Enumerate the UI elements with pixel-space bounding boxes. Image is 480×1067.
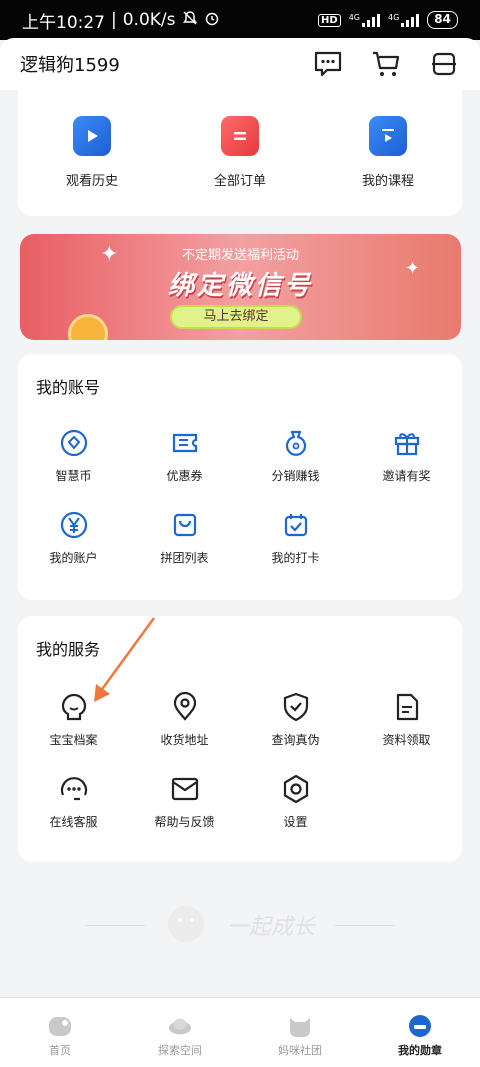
- my-services-card: 我的服务 宝宝档案 收货地址 查询真伪 资料领取 在线客服 帮助与反馈 设置: [18, 616, 462, 862]
- service-item-address[interactable]: 收货地址: [129, 690, 240, 748]
- service-item-materials[interactable]: 资料领取: [351, 690, 462, 748]
- section-title-account: 我的账号: [36, 378, 101, 397]
- coin-icon: [57, 426, 91, 460]
- signal-icon-2: 4G: [388, 13, 420, 27]
- mascot-icon: [165, 900, 207, 950]
- nav-tab-explore[interactable]: 探索空间: [120, 998, 240, 1067]
- signal-icon: 4G: [349, 13, 380, 27]
- explore-icon: [167, 1014, 193, 1038]
- medal-icon: [407, 1014, 433, 1038]
- shortcut-my-courses[interactable]: 我的课程: [314, 88, 462, 216]
- status-bar: 上午10:27 | 0.0K/s HD 4G 4G 84: [0, 0, 480, 40]
- account-item-group-list[interactable]: 拼团列表: [129, 508, 240, 566]
- account-item-my-account[interactable]: 我的账户: [18, 508, 129, 566]
- yuan-icon: [57, 508, 91, 542]
- banner-subtitle: 不定期发送福利活动: [181, 248, 299, 263]
- message-icon[interactable]: [312, 48, 344, 80]
- status-speed: 0.0K/s: [122, 10, 176, 30]
- settings-icon: [279, 772, 313, 806]
- service-item-settings[interactable]: 设置: [240, 772, 351, 830]
- mail-icon: [168, 772, 202, 806]
- mute-icon: [182, 10, 198, 31]
- cart-icon[interactable]: [370, 48, 402, 80]
- baby-icon: [57, 690, 91, 724]
- bind-now-button[interactable]: 马上去绑定: [170, 305, 302, 329]
- shopping-bag-icon: [168, 508, 202, 542]
- service-item-verify[interactable]: 查询真伪: [240, 690, 351, 748]
- coupon-icon: [168, 426, 202, 460]
- account-item-check-in[interactable]: 我的打卡: [240, 508, 351, 566]
- status-time: 上午10:27: [22, 12, 105, 33]
- bottom-nav: 首页 探索空间 妈咪社团 我的勋章: [0, 997, 480, 1067]
- section-title-services: 我的服务: [36, 640, 101, 659]
- shortcut-card: 观看历史 全部订单 我的课程: [18, 88, 462, 216]
- coin-decoration: [68, 314, 108, 340]
- service-item-help-feedback[interactable]: 帮助与反馈: [129, 772, 240, 830]
- battery-icon: 84: [427, 11, 458, 29]
- account-item-invite[interactable]: 邀请有奖: [351, 426, 462, 484]
- alarm-icon: [204, 10, 220, 31]
- home-icon: [47, 1014, 73, 1038]
- profile-header: 逻辑狗1599: [0, 38, 480, 90]
- shortcut-all-orders[interactable]: 全部订单: [166, 88, 314, 216]
- location-icon: [168, 690, 202, 724]
- play-history-icon: [73, 116, 111, 156]
- shield-check-icon: [279, 690, 313, 724]
- account-item-distribution[interactable]: 分销赚钱: [240, 426, 351, 484]
- nav-tab-community[interactable]: 妈咪社团: [240, 998, 360, 1067]
- slogan-text: 一起成长: [226, 915, 315, 940]
- shortcut-watch-history[interactable]: 观看历史: [18, 88, 166, 216]
- gift-icon: [390, 426, 424, 460]
- service-item-customer-service[interactable]: 在线客服: [18, 772, 129, 830]
- money-bag-icon: [279, 426, 313, 460]
- slogan-footer: 一起成长: [0, 900, 480, 950]
- banner-title: 绑定微信号: [167, 271, 313, 301]
- customer-service-icon: [57, 772, 91, 806]
- bind-wechat-banner[interactable]: ✦ ✦ 不定期发送福利活动 绑定微信号 马上去绑定: [20, 234, 461, 340]
- nav-tab-home[interactable]: 首页: [0, 998, 120, 1067]
- nav-tab-medals[interactable]: 我的勋章: [360, 998, 480, 1067]
- menu-icon[interactable]: [428, 48, 460, 80]
- document-icon: [390, 690, 424, 724]
- my-account-card: 我的账号 智慧币 优惠券 分销赚钱 邀请有奖 我的账户 拼团列表 我的打卡: [18, 354, 462, 600]
- community-icon: [287, 1014, 313, 1038]
- account-item-coupons[interactable]: 优惠券: [129, 426, 240, 484]
- hd-badge: HD: [318, 13, 341, 27]
- service-item-baby-profile[interactable]: 宝宝档案: [18, 690, 129, 748]
- calendar-check-icon: [279, 508, 313, 542]
- order-icon: [221, 116, 259, 156]
- username: 逻辑狗1599: [20, 55, 120, 76]
- account-item-coins[interactable]: 智慧币: [18, 426, 129, 484]
- course-icon: [369, 116, 407, 156]
